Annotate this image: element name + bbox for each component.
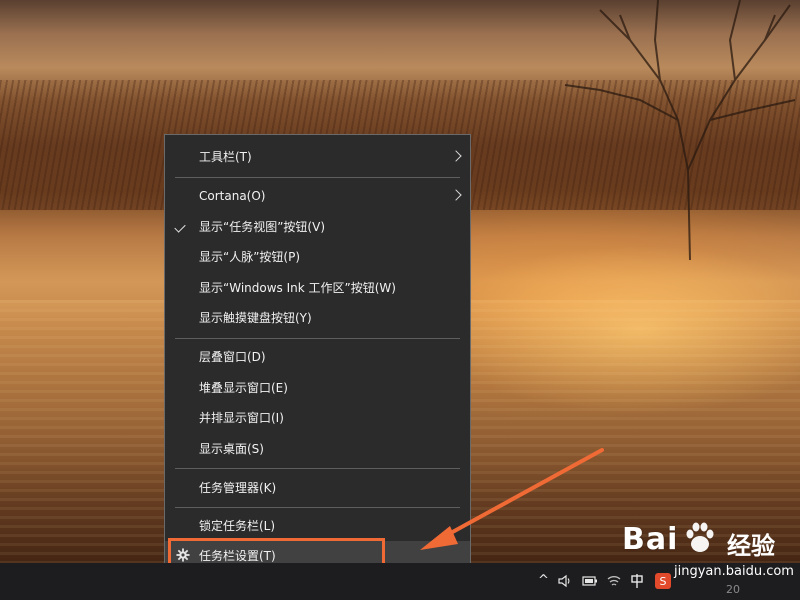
menu-item-show-task-view[interactable]: 显示“任务视图”按钮(V) xyxy=(165,212,470,242)
menu-item-label: 显示桌面(S) xyxy=(199,442,264,456)
menu-separator xyxy=(175,338,460,339)
menu-item-label: 堆叠显示窗口(E) xyxy=(199,381,288,395)
gear-icon xyxy=(176,548,190,562)
menu-item-show-desktop[interactable]: 显示桌面(S) xyxy=(165,434,470,464)
chevron-right-icon xyxy=(450,189,462,201)
menu-item-label: 任务栏设置(T) xyxy=(199,549,276,563)
menu-separator xyxy=(175,468,460,469)
chevron-up-icon[interactable]: ^ xyxy=(538,573,549,588)
menu-item-label: Cortana(O) xyxy=(199,189,266,203)
menu-item-cortana[interactable]: Cortana(O) xyxy=(165,181,470,211)
menu-item-lock-taskbar[interactable]: 锁定任务栏(L) xyxy=(165,511,470,541)
menu-item-label: 并排显示窗口(I) xyxy=(199,411,284,425)
speaker-icon[interactable] xyxy=(558,574,572,588)
menu-item-label: 显示“Windows Ink 工作区”按钮(W) xyxy=(199,281,396,295)
chevron-right-icon xyxy=(450,150,462,162)
checkmark-icon xyxy=(174,221,186,233)
battery-icon[interactable] xyxy=(582,575,598,587)
wallpaper-tree xyxy=(564,0,796,260)
menu-item-toolbars[interactable]: 工具栏(T) xyxy=(165,142,470,172)
menu-item-label: 显示“人脉”按钮(P) xyxy=(199,250,301,264)
menu-item-label: 显示触摸键盘按钮(Y) xyxy=(199,311,312,325)
menu-item-cascade-windows[interactable]: 层叠窗口(D) xyxy=(165,342,470,372)
menu-item-label: 层叠窗口(D) xyxy=(199,350,266,364)
watermark-brand-cn: 经验 xyxy=(727,532,775,560)
menu-item-label: 锁定任务栏(L) xyxy=(199,519,276,533)
watermark-brand: Bai xyxy=(622,522,679,557)
baidu-jingyan-watermark: Bai 经验 jingyan.baidu.com xyxy=(612,516,797,586)
menu-item-label: 工具栏(T) xyxy=(199,150,252,164)
menu-separator xyxy=(175,177,460,178)
menu-item-task-manager[interactable]: 任务管理器(K) xyxy=(165,473,470,503)
menu-item-show-windows-ink[interactable]: 显示“Windows Ink 工作区”按钮(W) xyxy=(165,273,470,303)
paw-logo-icon xyxy=(686,522,714,552)
menu-item-show-touch-keyboard[interactable]: 显示触摸键盘按钮(Y) xyxy=(165,303,470,333)
watermark-url: jingyan.baidu.com xyxy=(674,564,794,579)
menu-item-stack-windows[interactable]: 堆叠显示窗口(E) xyxy=(165,373,470,403)
menu-item-show-people[interactable]: 显示“人脉”按钮(P) xyxy=(165,242,470,272)
menu-item-side-by-side[interactable]: 并排显示窗口(I) xyxy=(165,403,470,433)
menu-item-label: 任务管理器(K) xyxy=(199,481,277,495)
menu-item-label: 显示“任务视图”按钮(V) xyxy=(199,220,326,234)
menu-separator xyxy=(175,507,460,508)
taskbar-context-menu: 工具栏(T) Cortana(O) 显示“任务视图”按钮(V) 显示“人脉”按钮… xyxy=(164,134,471,577)
